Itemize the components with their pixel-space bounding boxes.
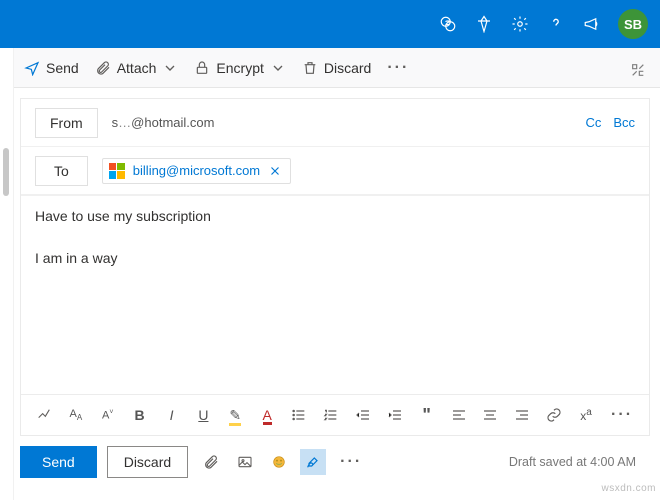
more-format-button[interactable]: ··· — [605, 406, 639, 424]
link-icon[interactable] — [541, 401, 567, 429]
send-command[interactable]: Send — [18, 56, 85, 80]
to-row[interactable]: To billing@microsoft.com — [21, 147, 649, 195]
microsoft-icon — [109, 163, 125, 179]
send-button[interactable]: Send — [20, 446, 97, 478]
bold-button[interactable]: B — [127, 401, 153, 429]
message-body[interactable]: I am in a way — [21, 236, 649, 394]
footer-icons: ··· — [198, 449, 368, 475]
discard-command[interactable]: Discard — [296, 56, 377, 80]
compose-footer: Send Discard ··· Draft saved at 4:00 AM — [20, 436, 650, 490]
from-address: s…@hotmail.com — [112, 115, 215, 130]
encrypt-command[interactable]: Encrypt — [188, 56, 291, 80]
skype-icon[interactable] — [432, 8, 464, 40]
send-label: Send — [46, 60, 79, 76]
announce-icon[interactable] — [576, 8, 608, 40]
recipient-chip[interactable]: billing@microsoft.com — [102, 158, 291, 184]
bcc-button[interactable]: Bcc — [613, 115, 635, 130]
indent-decrease-icon[interactable] — [350, 401, 376, 429]
chevron-down-icon — [162, 60, 178, 76]
align-right-icon[interactable] — [509, 401, 535, 429]
cc-bcc-group: Cc Bcc — [585, 115, 635, 130]
align-center-icon[interactable] — [477, 401, 503, 429]
more-command[interactable]: ··· — [381, 59, 415, 77]
signature-icon[interactable] — [300, 449, 326, 475]
insert-image-icon[interactable] — [232, 449, 258, 475]
discard-button[interactable]: Discard — [107, 446, 188, 478]
cc-button[interactable]: Cc — [585, 115, 601, 130]
underline-button[interactable]: U — [190, 401, 216, 429]
from-row: From s…@hotmail.com Cc Bcc — [21, 99, 649, 147]
remove-recipient-icon[interactable] — [268, 164, 282, 178]
from-button[interactable]: From — [35, 108, 98, 138]
format-painter-icon[interactable] — [31, 401, 57, 429]
chevron-down-icon — [270, 60, 286, 76]
attach-label: Attach — [117, 60, 157, 76]
body-text: I am in a way — [35, 250, 117, 266]
discard-label: Discard — [324, 60, 371, 76]
clear-format-icon[interactable]: xa — [573, 401, 599, 429]
numbered-list-icon[interactable] — [318, 401, 344, 429]
compose-area: From s…@hotmail.com Cc Bcc To billing@mi… — [0, 88, 660, 490]
command-bar: Send Attach Encrypt Discard ··· — [0, 48, 660, 88]
draft-status: Draft saved at 4:00 AM — [509, 455, 636, 469]
highlight-button[interactable]: ✎ — [222, 401, 248, 429]
quote-button[interactable]: " — [414, 401, 440, 429]
avatar[interactable]: SB — [618, 9, 648, 39]
attach-footer-icon[interactable] — [198, 449, 224, 475]
help-icon[interactable] — [540, 8, 572, 40]
align-left-icon[interactable] — [446, 401, 472, 429]
attach-command[interactable]: Attach — [89, 56, 185, 80]
emoji-icon[interactable] — [266, 449, 292, 475]
font-color-button[interactable]: A — [254, 401, 280, 429]
indent-increase-icon[interactable] — [382, 401, 408, 429]
expand-pane-icon[interactable] — [630, 62, 646, 78]
subject-input[interactable]: Have to use my subscription — [21, 195, 649, 236]
watermark: wsxdn.com — [601, 483, 656, 494]
app-header: SB — [0, 0, 660, 48]
format-toolbar: AA A˅ B I U ✎ A " xa ··· — [21, 394, 649, 435]
italic-button[interactable]: I — [159, 401, 185, 429]
compose-card: From s…@hotmail.com Cc Bcc To billing@mi… — [20, 98, 650, 436]
recipient-email: billing@microsoft.com — [133, 163, 260, 178]
font-size-button[interactable]: A˅ — [95, 401, 121, 429]
header-actions: SB — [432, 8, 648, 40]
more-footer-button[interactable]: ··· — [334, 453, 368, 471]
settings-icon[interactable] — [504, 8, 536, 40]
font-face-button[interactable]: AA — [63, 401, 89, 429]
bulleted-list-icon[interactable] — [286, 401, 312, 429]
encrypt-label: Encrypt — [216, 60, 263, 76]
premium-icon[interactable] — [468, 8, 500, 40]
to-button[interactable]: To — [35, 156, 88, 186]
